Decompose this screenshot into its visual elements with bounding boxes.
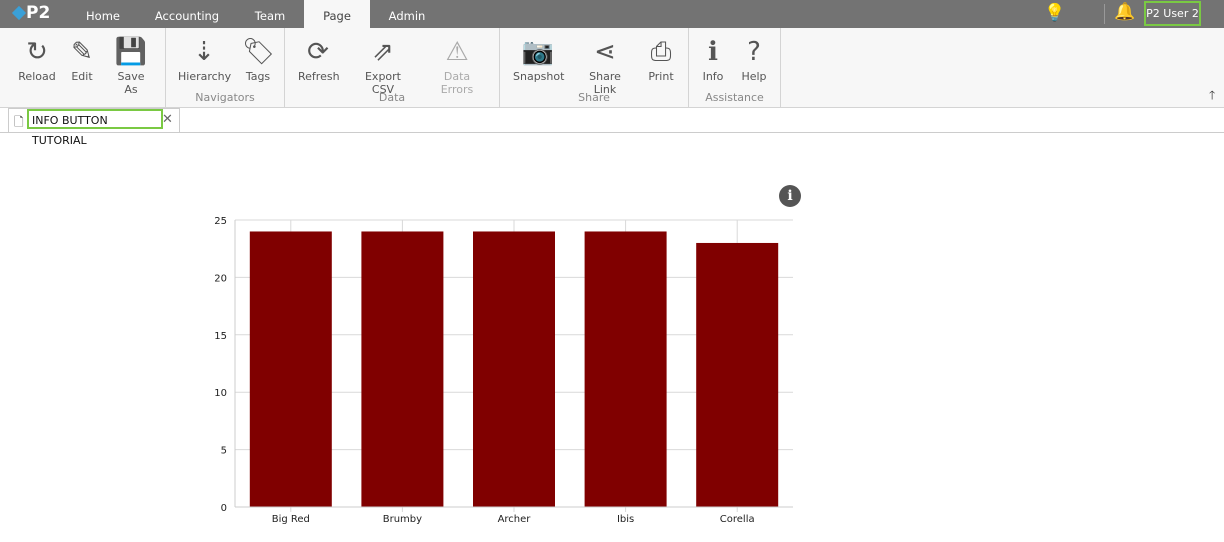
divider <box>780 28 781 107</box>
hierarchy-label: Hierarchy <box>178 70 232 83</box>
export-csv-icon: ⇗ <box>372 37 394 67</box>
snapshot-icon: 📷 <box>521 37 555 67</box>
save-as-label: Save As <box>117 70 145 96</box>
y-tick-label: 10 <box>214 388 227 399</box>
tab-home[interactable]: Home <box>72 0 134 28</box>
y-tick-label: 15 <box>214 331 227 342</box>
page-icon: 🗋 <box>14 115 24 129</box>
x-tick-label: Ibis <box>617 514 634 525</box>
refresh-icon: ⟳ <box>307 37 329 67</box>
bar-brumby <box>361 231 444 508</box>
close-icon[interactable]: ✕ <box>162 112 173 127</box>
save-as-button[interactable]: 💾 Save As <box>110 34 152 96</box>
x-tick-label: Archer <box>498 514 532 525</box>
document-tab-title: INFO BUTTON TUTORIAL <box>27 109 163 147</box>
group-navigators: Navigators <box>195 91 255 104</box>
export-csv-label: Export CSV <box>364 70 401 96</box>
bar-ibis <box>584 231 667 508</box>
tags-icon: 🏷 <box>242 37 276 67</box>
print-button[interactable]: ⎙ Print <box>646 34 676 83</box>
x-tick-label: Brumby <box>383 514 422 525</box>
logo-text: P2 <box>26 3 51 23</box>
share-link-label: Share Link <box>589 70 621 96</box>
info-label: Info <box>702 70 724 83</box>
edit-label: Edit <box>71 70 93 83</box>
print-icon: ⎙ <box>650 37 672 67</box>
bar-archer <box>473 231 555 508</box>
lightbulb-icon[interactable]: 💡 <box>1044 3 1065 23</box>
document-tab[interactable]: 🗋 INFO BUTTON TUTORIAL ✕ <box>8 108 180 147</box>
info-button[interactable]: ℹ Info <box>700 34 726 83</box>
collapse-ribbon-icon[interactable]: 🡑 <box>1209 86 1215 107</box>
user-menu[interactable]: P2 User 2 <box>1144 1 1201 26</box>
tags-button[interactable]: 🏷 Tags <box>242 34 276 83</box>
tab-team[interactable]: Team <box>240 0 300 28</box>
snapshot-label: Snapshot <box>513 70 565 83</box>
reload-icon: ↻ <box>26 37 48 67</box>
print-label: Print <box>648 70 674 83</box>
x-tick-label: Corella <box>720 514 755 525</box>
y-tick-label: 5 <box>221 446 227 457</box>
x-tick-label: Big Red <box>272 514 310 525</box>
refresh-button[interactable]: ⟳ Refresh <box>298 34 340 83</box>
share-link-button[interactable]: ⋖ Share Link <box>578 34 632 96</box>
edit-icon: ✎ <box>71 37 93 67</box>
info-icon: ℹ <box>708 37 718 67</box>
help-button[interactable]: ? Help <box>738 34 770 83</box>
y-tick-label: 20 <box>214 273 227 284</box>
y-tick-label: 25 <box>214 216 227 227</box>
tab-admin[interactable]: Admin <box>376 0 438 28</box>
export-csv-button[interactable]: ⇗ Export CSV <box>354 34 412 96</box>
tab-page[interactable]: Page <box>304 0 370 28</box>
snapshot-button[interactable]: 📷 Snapshot <box>513 34 565 83</box>
ribbon: Navigators Data Share Assistance 🡑 ↻ Relo… <box>0 28 1224 108</box>
reload-label: Reload <box>18 70 56 83</box>
tags-label: Tags <box>245 70 271 83</box>
save-as-icon: 💾 <box>114 37 148 67</box>
refresh-label: Refresh <box>298 70 340 83</box>
edit-button[interactable]: ✎ Edit <box>66 34 98 83</box>
bell-icon[interactable]: 🔔 <box>1114 2 1135 22</box>
hierarchy-button[interactable]: ⇣ Hierarchy <box>178 34 232 83</box>
top-bar: P2 Home Accounting Team Page Admin 💡 🔔 P… <box>0 0 1224 28</box>
help-label: Help <box>741 70 767 83</box>
y-tick-label: 0 <box>221 503 227 514</box>
p2-logo[interactable]: P2 <box>11 3 51 23</box>
bar-corella <box>696 242 779 507</box>
hierarchy-icon: ⇣ <box>193 37 215 67</box>
info-icon[interactable]: i <box>779 185 801 207</box>
divider <box>0 132 1224 133</box>
data-errors-label: Data Errors <box>440 70 474 96</box>
share-link-icon: ⋖ <box>594 37 616 67</box>
bar-big-red <box>249 231 332 508</box>
group-assistance: Assistance <box>705 91 764 104</box>
divider <box>1104 4 1105 24</box>
data-errors-button[interactable]: ⚠ Data Errors <box>428 34 486 96</box>
reload-button[interactable]: ↻ Reload <box>18 34 56 83</box>
tab-accounting[interactable]: Accounting <box>150 0 224 28</box>
help-icon: ? <box>747 37 761 67</box>
data-errors-icon: ⚠ <box>445 37 469 67</box>
